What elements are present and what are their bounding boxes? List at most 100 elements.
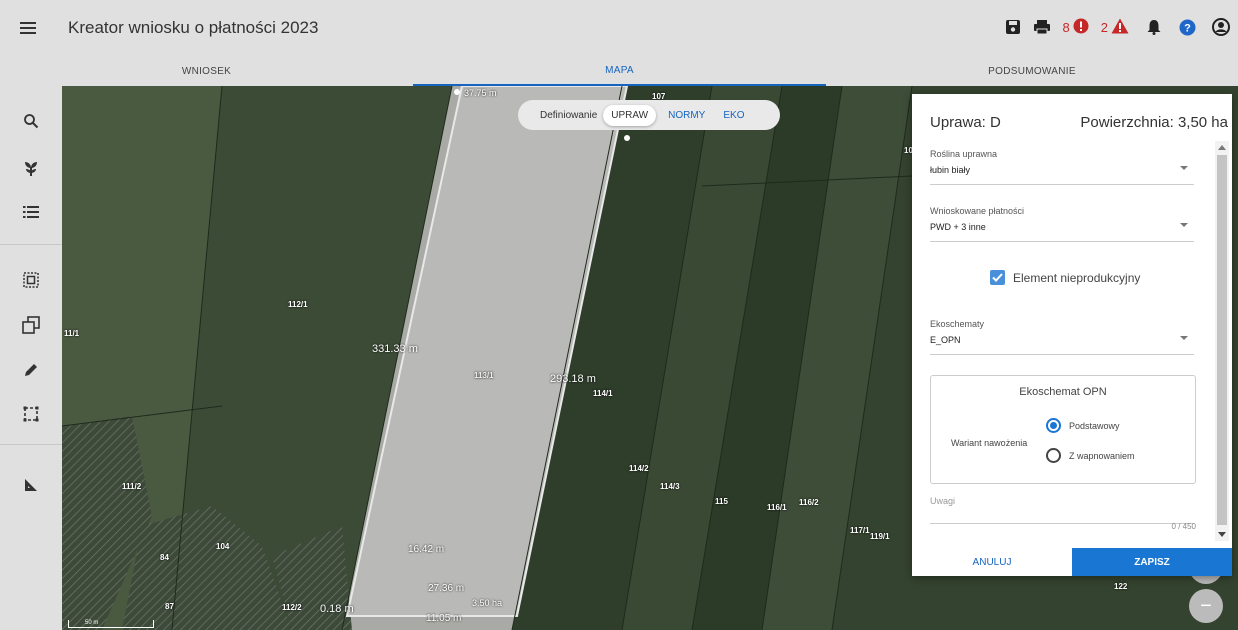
- menu-icon[interactable]: [18, 18, 38, 38]
- payments-select-value: PWD + 3 inne: [930, 222, 986, 232]
- ecoschemes-select-value: E_OPN: [930, 335, 961, 345]
- error-icon: [1073, 18, 1089, 37]
- scroll-up-arrow-icon[interactable]: [1218, 145, 1226, 150]
- mode-eko[interactable]: EKO: [717, 105, 750, 126]
- nonproductive-checkbox[interactable]: Element nieprodukcyjny: [990, 270, 1140, 285]
- chevron-down-icon: [1180, 166, 1188, 170]
- parcel-label: 114/2: [629, 464, 649, 473]
- fertilization-variant-label: Wariant nawożenia: [951, 438, 1028, 448]
- parcel-label: 111/2: [122, 482, 142, 491]
- scroll-down-arrow-icon[interactable]: [1218, 532, 1226, 537]
- plant-select-label: Roślina uprawna: [930, 149, 998, 159]
- sidebar-divider: [0, 244, 62, 245]
- measure-label: 0.18 m: [320, 603, 354, 615]
- save-icon[interactable]: [1005, 14, 1021, 40]
- mode-upraw[interactable]: UPRAW: [603, 104, 657, 126]
- panel-scrollbar[interactable]: [1215, 141, 1229, 541]
- app-title: Kreator wniosku o płatności 2023: [68, 18, 319, 37]
- select-area-icon[interactable]: [16, 265, 46, 295]
- radio-podstawowy-label: Podstawowy: [1069, 420, 1120, 431]
- crop-label: Uprawa: D: [930, 114, 1001, 131]
- nonproductive-label: Element nieprodukcyjny: [1013, 270, 1141, 285]
- errors-counter[interactable]: 8: [1063, 14, 1089, 40]
- parcel-label: 84: [160, 553, 169, 562]
- measure-icon[interactable]: [16, 470, 46, 500]
- radio-podstawowy[interactable]: Podstawowy: [1046, 418, 1120, 433]
- sidebar-divider: [0, 444, 62, 445]
- cancel-button[interactable]: ANULUJ: [912, 548, 1072, 576]
- parcel-label: 112/2: [282, 603, 302, 612]
- warnings-counter[interactable]: 2: [1101, 14, 1129, 40]
- chevron-down-icon: [1180, 223, 1188, 227]
- edit-icon[interactable]: [16, 355, 46, 385]
- save-button[interactable]: ZAPISZ: [1072, 548, 1232, 576]
- leaf-icon[interactable]: [16, 153, 46, 183]
- crop-icon[interactable]: [16, 399, 46, 429]
- parcel-label: 116/2: [799, 498, 819, 507]
- mode-switch-prefix: Definiowanie: [540, 109, 598, 121]
- parcel-label: 114/1: [593, 389, 613, 398]
- radio-selected-icon: [1046, 418, 1061, 433]
- parcel-label: 115: [715, 497, 728, 506]
- notes-textarea[interactable]: Uwagi: [930, 496, 1194, 524]
- parcel-label: 117/1: [850, 526, 870, 535]
- parcel-label: 104: [216, 542, 230, 551]
- bell-icon[interactable]: [1147, 14, 1161, 40]
- ecoschemes-select[interactable]: Ekoschematy E_OPN: [930, 319, 1194, 355]
- tab-wniosek[interactable]: WNIOSEK: [0, 56, 413, 86]
- area-label: Powierzchnia: 3,50 ha: [1080, 114, 1228, 131]
- mode-normy[interactable]: NORMY: [662, 105, 711, 126]
- radio-unselected-icon: [1046, 448, 1061, 463]
- scale-label: 50 m: [85, 620, 99, 626]
- parcel-label: 114/3: [660, 482, 680, 491]
- notes-label: Uwagi: [930, 496, 956, 506]
- chevron-down-icon: [1180, 336, 1188, 340]
- notes-char-counter: 0 / 450: [1171, 522, 1196, 531]
- payments-select[interactable]: Wnioskowane płatności PWD + 3 inne: [930, 206, 1194, 242]
- plant-select-value: łubin biały: [930, 165, 971, 175]
- measure-label: 27.36 m: [428, 583, 465, 594]
- parcel-label: 112/1: [288, 300, 308, 309]
- measure-label: 293.18 m: [550, 373, 596, 385]
- radio-z-wapnowaniem[interactable]: Z wapnowaniem: [1046, 448, 1135, 463]
- list-icon[interactable]: [16, 197, 46, 227]
- warnings-count: 2: [1100, 19, 1108, 35]
- account-icon[interactable]: [1212, 14, 1230, 40]
- svg-text:?: ?: [1184, 22, 1191, 34]
- opn-title: Ekoschemat OPN: [1019, 386, 1107, 398]
- warning-icon: [1111, 18, 1129, 37]
- scale-bar: 50 m: [68, 620, 154, 628]
- ecoschemes-select-label: Ekoschematy: [930, 319, 985, 329]
- parcel-label: 113/1: [474, 371, 494, 380]
- crop-edit-panel: Uprawa: D Powierzchnia: 3,50 ha Roślina …: [912, 94, 1232, 576]
- opn-ecoscheme-box: Ekoschemat OPN Wariant nawożenia Podstaw…: [930, 375, 1196, 484]
- checkbox-checked-icon: [990, 270, 1005, 285]
- search-icon[interactable]: [16, 106, 46, 136]
- plant-select[interactable]: Roślina uprawna łubin biały: [930, 149, 1194, 185]
- measure-label: 3.50 ha: [472, 598, 503, 608]
- radio-z-wapnowaniem-label: Z wapnowaniem: [1069, 450, 1135, 461]
- errors-count: 8: [1062, 19, 1070, 35]
- print-icon[interactable]: [1033, 14, 1051, 40]
- top-bar: Kreator wniosku o płatności 2023 8 2 ?: [0, 0, 1238, 56]
- zoom-out-button[interactable]: −: [1189, 589, 1223, 623]
- measure-label: 331.33 m: [372, 343, 418, 355]
- parcel-label: 122: [1114, 582, 1128, 591]
- parcel-label: 11/1: [64, 329, 80, 338]
- measure-label: 37.75 m: [464, 88, 497, 98]
- parcel-label: 116/1: [767, 503, 787, 512]
- help-icon[interactable]: ?: [1179, 14, 1196, 40]
- map-tools-sidebar: [0, 86, 62, 630]
- measure-label: 16.42 m: [408, 544, 445, 555]
- scrollbar-thumb[interactable]: [1217, 155, 1227, 525]
- panel-header: Uprawa: D Powierzchnia: 3,50 ha: [930, 114, 1228, 136]
- copy-icon[interactable]: [16, 310, 46, 340]
- payments-select-label: Wnioskowane płatności: [930, 206, 1025, 216]
- toolbar-icons: 8 2 ?: [993, 14, 1230, 40]
- parcel-label: 87: [165, 602, 174, 611]
- parcel-label: 119/1: [870, 532, 890, 541]
- definition-mode-switch: Definiowanie UPRAW NORMY EKO: [518, 100, 780, 130]
- tab-podsumowanie[interactable]: PODSUMOWANIE: [826, 56, 1238, 86]
- main-tabs: WNIOSEK MAPA PODSUMOWANIE: [0, 56, 1238, 86]
- tab-mapa[interactable]: MAPA: [413, 56, 826, 86]
